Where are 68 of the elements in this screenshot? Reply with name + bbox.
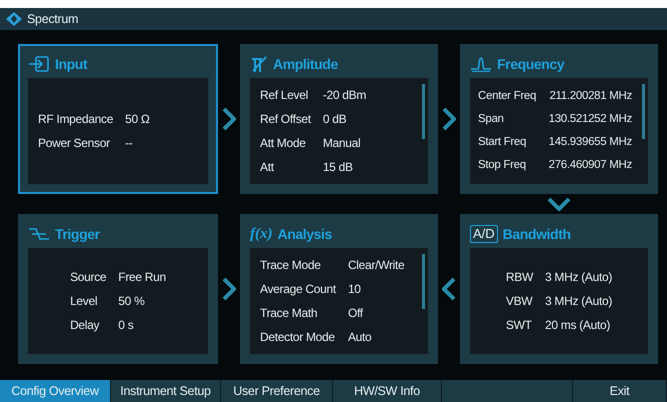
trigger-icon — [28, 226, 50, 242]
chevron-icon — [547, 197, 571, 211]
setting-label: Center Freq — [478, 88, 536, 104]
amplitude-icon — [250, 55, 268, 73]
settings-card[interactable]: A/D Bandwidth RBW 3 MHz (Auto) VBW 3 MHz (Auto) SWT 20 ms (Auto) — [460, 214, 658, 364]
setting-value[interactable]: 211.200281 MHz — [548, 88, 632, 105]
settings-card[interactable]: Amplitude Ref Level -20 dBm Ref Offset 0 dB Att Mode Manual Att 15 dB — [240, 44, 438, 194]
setting-label: SWT — [506, 317, 533, 334]
setting-label: Ref Offset — [260, 111, 311, 128]
setting-label: Detector Mode — [260, 329, 336, 346]
converter-icon: A/D — [470, 225, 498, 243]
settings-card[interactable]: Frequency Center Freq 211.200281 MHz Span 130.521252 MHz Start Freq 145.939655 MHz Stop Freq 276.460907 MHz — [460, 44, 658, 194]
card-title: Bandwidth — [502, 224, 571, 244]
setting-value[interactable]: 130.521252 MHz — [548, 110, 632, 128]
peak-icon — [470, 56, 492, 72]
scrollbar[interactable] — [642, 84, 645, 139]
window-title: Spectrum — [27, 10, 78, 28]
settings-card[interactable]: Trigger Source Free Run Level 50 % Delay 0 s — [18, 214, 218, 364]
setting-label: Att — [260, 159, 275, 176]
chevron-icon — [222, 277, 236, 301]
setting-value[interactable]: 50 Ω — [125, 110, 150, 128]
setting-value[interactable]: Free Run — [118, 268, 166, 286]
card-title: Amplitude — [273, 54, 338, 74]
setting-label: RF Impedance — [38, 111, 114, 128]
card-title: Analysis — [278, 224, 332, 244]
setting-value[interactable]: -20 dBm — [322, 86, 366, 104]
setting-value[interactable]: 10 — [348, 280, 404, 298]
setting-label: RBW — [506, 269, 533, 286]
input-icon — [28, 56, 50, 72]
setting-label: Level — [70, 293, 98, 310]
setting-value[interactable]: 15 dB — [322, 158, 366, 176]
setting-value[interactable]: 276.460907 MHz — [548, 157, 632, 174]
card-title: Trigger — [55, 224, 100, 244]
settings-card[interactable]: f(x) Analysis Trace Mode Clear/Write Average Count 10 Trace Math Off Detector Mode Auto — [240, 214, 438, 364]
chevron-icon — [222, 107, 236, 131]
setting-value[interactable]: 145.939655 MHz — [548, 134, 632, 152]
setting-value[interactable]: 3 MHz (Auto) — [545, 292, 612, 310]
setting-label: Att Mode — [260, 135, 307, 152]
card-title: Frequency — [497, 54, 564, 74]
setting-value[interactable]: Off — [348, 304, 404, 322]
setting-value[interactable]: Manual — [322, 134, 366, 152]
setting-value[interactable]: 20 ms (Auto) — [545, 316, 612, 334]
setting-value[interactable]: Auto — [348, 328, 404, 346]
setting-label: Power Sensor — [38, 135, 111, 152]
logo-icon — [6, 12, 22, 26]
setting-label: Ref Level — [260, 87, 309, 104]
setting-label: VBW — [506, 293, 533, 310]
setting-label: Delay — [70, 317, 100, 334]
setting-value[interactable]: Clear/Write — [348, 256, 404, 274]
setting-value[interactable]: 0 dB — [322, 110, 366, 128]
setting-value[interactable]: 50 % — [118, 292, 166, 310]
setting-label: Trace Mode — [260, 257, 322, 274]
setting-value[interactable]: 0 s — [118, 316, 166, 334]
setting-label: Average Count — [260, 281, 336, 298]
function-icon: f(x) — [250, 222, 272, 246]
setting-value[interactable]: 3 MHz (Auto) — [545, 268, 612, 286]
settings-card[interactable]: Input RF Impedance 50 Ω Power Sensor -- — [18, 44, 218, 194]
chevron-icon — [442, 107, 456, 131]
scrollbar[interactable] — [422, 84, 425, 139]
chevron-icon — [442, 277, 456, 301]
setting-value[interactable]: -- — [125, 134, 150, 152]
card-title: Input — [55, 54, 88, 74]
setting-label: Start Freq — [478, 135, 528, 150]
scrollbar[interactable] — [422, 254, 425, 309]
setting-label: Source — [70, 269, 106, 286]
setting-label: Stop Freq — [478, 158, 527, 174]
setting-label: Span — [478, 112, 505, 127]
setting-label: Trace Math — [260, 305, 318, 322]
